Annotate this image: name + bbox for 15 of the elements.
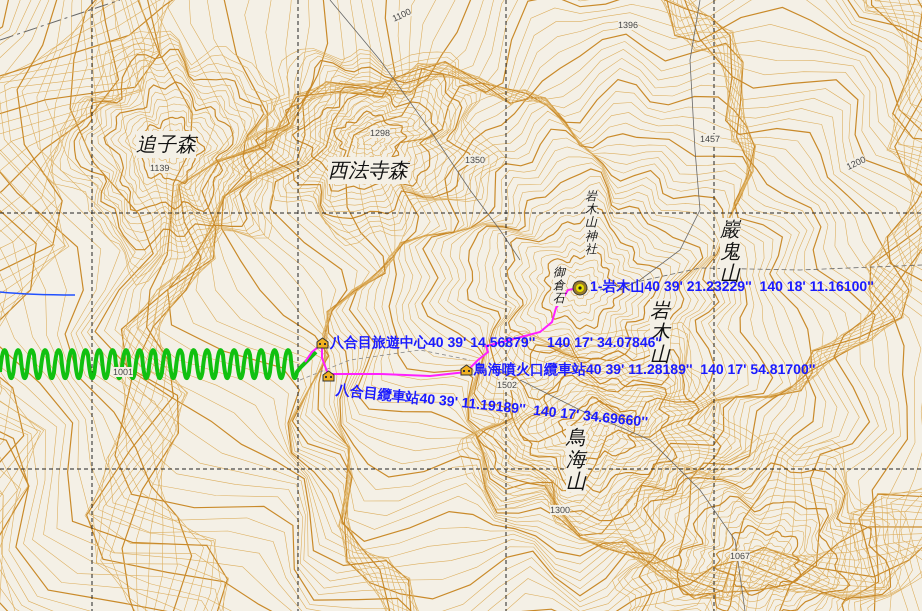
elevation-label: 1139 (150, 163, 170, 173)
place-name: 西法寺森 (328, 157, 408, 184)
elevation-label: 1067 (730, 551, 750, 561)
place-name: 御倉石 (553, 266, 565, 306)
elevation-label: 1457 (700, 134, 720, 144)
place-name: 追子森 (136, 131, 196, 158)
elevation-label: 1001 (113, 367, 134, 377)
elevation-label: 1350 (465, 155, 486, 165)
elevation-label: 1396 (618, 20, 638, 30)
elevation-label: 1300 (550, 505, 570, 515)
elevation-label: 1298 (370, 128, 390, 138)
summit-marker-icon (572, 280, 588, 296)
place-name: 岩木山神社 (585, 190, 597, 256)
place-name: 鳥海山 (566, 426, 586, 492)
elevation-label: 1502 (497, 380, 518, 390)
